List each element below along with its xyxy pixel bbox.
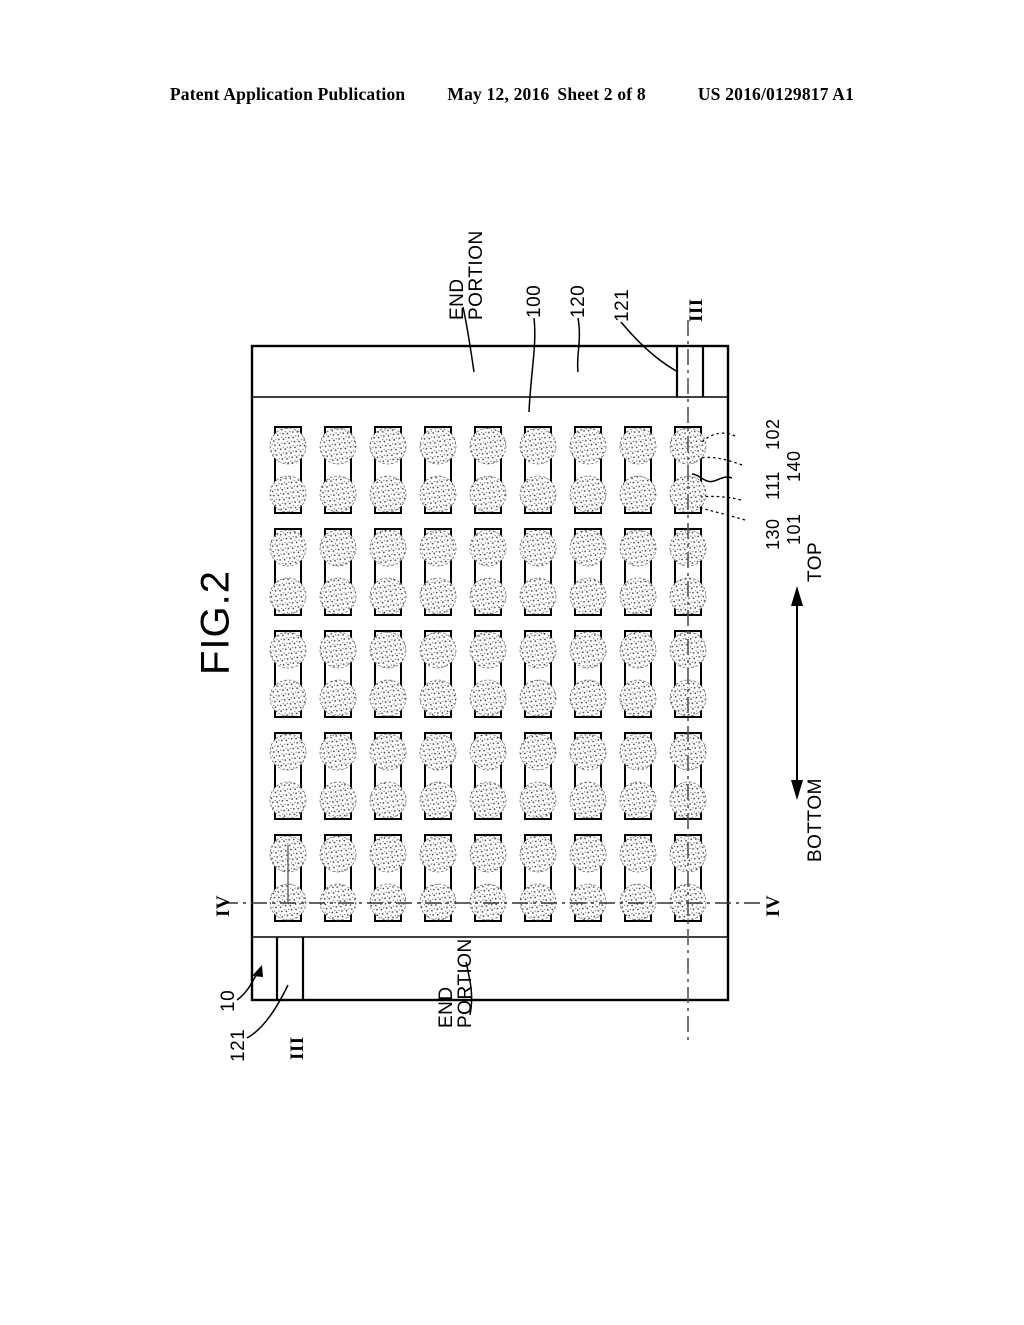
label-direction-top: TOP [805, 541, 826, 582]
cell-element [619, 630, 657, 718]
label-end-portion-bottom-line2: PORTION [455, 938, 476, 1028]
label-end-portion-top-line1: END [447, 278, 468, 320]
cell-element [469, 426, 507, 514]
cell-row [269, 528, 707, 616]
cell-element [619, 426, 657, 514]
cell-element [319, 528, 357, 616]
cell-element [569, 834, 607, 922]
label-ref-101: 101 [784, 513, 804, 545]
label-ref-121-bottom: 121 [228, 1028, 249, 1062]
cell-element [469, 630, 507, 718]
cell-element [369, 528, 407, 616]
cell-element [419, 630, 457, 718]
direction-arrow [791, 586, 803, 800]
label-direction-bottom: BOTTOM [805, 778, 826, 862]
cell-element [369, 834, 407, 922]
cell-element [569, 630, 607, 718]
patent-figure-svg [222, 306, 803, 1040]
cell-element [419, 528, 457, 616]
label-device-ref-10: 10 [218, 989, 239, 1012]
label-end-portion-top: END PORTION [447, 230, 487, 320]
terminal-121-bottom [275, 937, 305, 1000]
cell-element [469, 834, 507, 922]
cell-element [319, 732, 357, 820]
cell-element [369, 426, 407, 514]
label-end-portion-bottom-line1: END [436, 986, 457, 1028]
cell-element [469, 732, 507, 820]
label-ref-100: 100 [524, 284, 545, 318]
cell-row [269, 630, 707, 718]
cell-element [369, 630, 407, 718]
cell-element [519, 732, 557, 820]
cell-element [569, 528, 607, 616]
cell-element [519, 834, 557, 922]
label-section-iv-left: IV [213, 894, 234, 917]
label-ref-120: 120 [568, 284, 589, 318]
cell-element [569, 732, 607, 820]
cell-element [519, 630, 557, 718]
cell-element [319, 630, 357, 718]
cell-element [269, 732, 307, 820]
cell-element [319, 426, 357, 514]
cell-element [619, 528, 657, 616]
cell-element [269, 630, 307, 718]
terminal-121-top [675, 346, 705, 397]
label-section-iii-bottom: III [287, 1036, 308, 1060]
label-ref-121-top: 121 [612, 288, 633, 322]
label-section-iv-right: IV [763, 894, 784, 917]
cell-array [269, 426, 707, 922]
cell-element [419, 426, 457, 514]
cell-row [269, 732, 707, 820]
label-end-portion-top-line2: PORTION [466, 230, 487, 320]
cell-element [269, 426, 307, 514]
cell-element [619, 834, 657, 922]
label-end-portion-bottom: END PORTION [436, 938, 476, 1028]
cell-element [569, 426, 607, 514]
label-ref-140: 140 [784, 450, 804, 482]
cell-element [519, 528, 557, 616]
cell-element [419, 834, 457, 922]
label-ref-111: 111 [763, 471, 783, 500]
label-section-iii-top: III [686, 298, 707, 322]
label-ref-102: 102 [763, 418, 783, 450]
label-ref-130: 130 [763, 518, 783, 550]
cell-element [469, 528, 507, 616]
cell-row [269, 426, 707, 514]
cell-element [369, 732, 407, 820]
cell-element [519, 426, 557, 514]
cell-element [319, 834, 357, 922]
cell-row [269, 834, 707, 922]
cell-element [619, 732, 657, 820]
cell-element [269, 528, 307, 616]
figure-drawing: END PORTION 100 120 121 III 102 140 111 … [0, 0, 1024, 1320]
cell-element [419, 732, 457, 820]
